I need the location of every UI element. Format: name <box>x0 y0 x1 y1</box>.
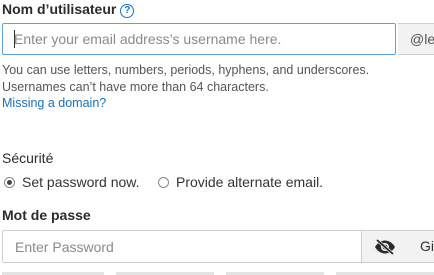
username-label-text: Nom d’utilisateur <box>2 1 117 17</box>
username-label: Nom d’utilisateur? <box>2 1 135 18</box>
create-email-account-form: Nom d’utilisateur? @le You can use lette… <box>0 0 434 275</box>
eye-slash-icon <box>375 238 395 255</box>
radio-set-password-label: Set password now. <box>22 174 140 190</box>
radio-set-password-now[interactable]: Set password now. <box>4 174 140 190</box>
username-input[interactable] <box>2 23 396 55</box>
radio-unchecked-icon[interactable] <box>158 176 169 188</box>
radio-alternate-email-label: Provide alternate email. <box>176 174 324 190</box>
password-label: Mot de passe <box>2 207 91 223</box>
generate-password-button[interactable]: Gi <box>408 230 434 263</box>
radio-checked-icon[interactable] <box>4 176 15 188</box>
help-icon[interactable]: ? <box>120 4 135 18</box>
radio-provide-alternate-email[interactable]: Provide alternate email. <box>158 174 323 190</box>
text-caret <box>14 30 15 48</box>
password-input[interactable] <box>2 230 362 263</box>
security-label: Sécurité <box>2 150 54 166</box>
username-hint: You can use letters, numbers, periods, h… <box>2 63 370 94</box>
domain-suffix: @le <box>398 23 434 55</box>
missing-domain-link[interactable]: Missing a domain? <box>2 96 106 110</box>
toggle-password-visibility-button[interactable] <box>361 230 409 263</box>
